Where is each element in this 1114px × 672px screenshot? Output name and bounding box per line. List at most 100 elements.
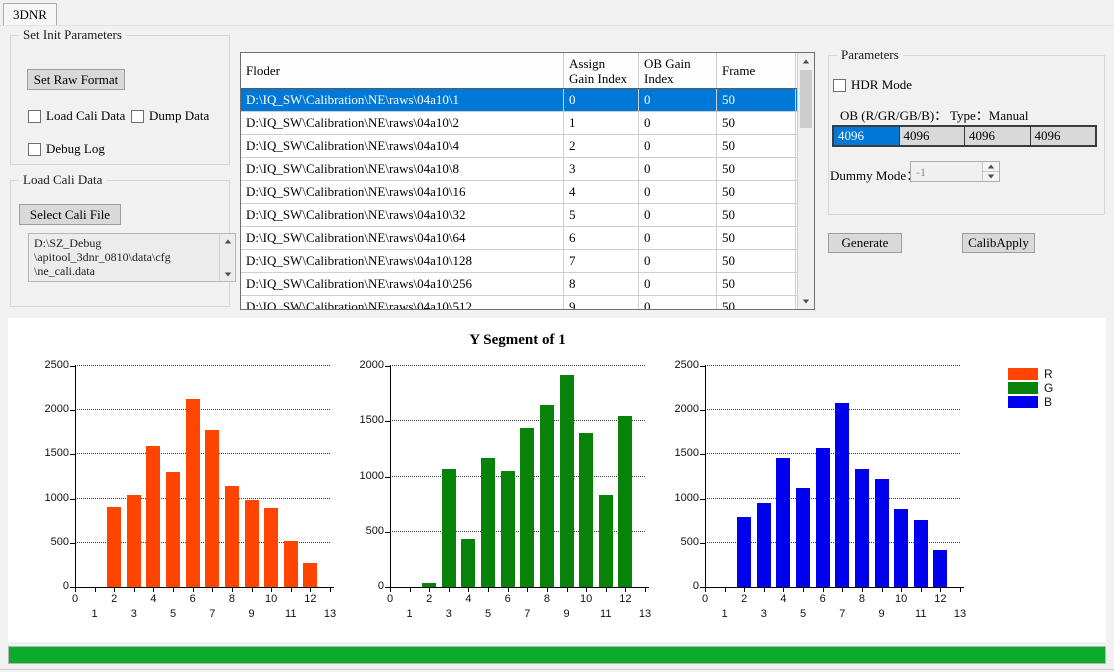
checkbox-label: Dump Data [149, 108, 209, 124]
table-row[interactable]: D:\IQ_SW\Calibration\NE\raws\04a10\42050 [241, 135, 814, 158]
checkbox-hdr-mode[interactable]: HDR Mode [833, 78, 912, 92]
checkbox-label: Load Cali Data [46, 108, 125, 124]
checkbox-debug-log[interactable]: Debug Log [28, 142, 105, 156]
ob-value-cell[interactable]: 4096 [965, 127, 1031, 145]
checkbox-box-icon[interactable] [28, 110, 41, 123]
gridline [705, 498, 960, 499]
x-tick-label: 6 [811, 593, 835, 605]
legend-label: R [1044, 367, 1053, 381]
table-row[interactable]: D:\IQ_SW\Calibration\NE\raws\04a10\16405… [241, 181, 814, 204]
scroll-up-button[interactable] [220, 234, 235, 248]
table-cell: 50 [717, 204, 796, 226]
table-cell: D:\IQ_SW\Calibration\NE\raws\04a10\1 [241, 89, 564, 111]
up-arrow-icon [224, 239, 230, 243]
calib-apply-button[interactable]: CalibApply [962, 233, 1035, 253]
table-header-label: Floder [246, 63, 280, 78]
table-cell: 0 [639, 296, 717, 310]
ob-value-cell[interactable]: 4096 [834, 127, 900, 145]
scroll-up-button[interactable] [798, 53, 814, 69]
up-arrow-icon [988, 165, 994, 169]
spinner-down-button[interactable] [983, 172, 999, 181]
legend-item: R [1008, 368, 1053, 380]
table-cell: 5 [564, 204, 639, 226]
ob-type-label: Type：Manual [950, 105, 1029, 124]
checkbox-box-icon[interactable] [833, 79, 846, 92]
x-tick [764, 588, 765, 592]
listbox-scrollbar[interactable] [219, 234, 235, 281]
table-header-cell[interactable]: OB Gain Index [639, 53, 717, 88]
down-arrow-icon [224, 272, 230, 276]
table-row[interactable]: D:\IQ_SW\Calibration\NE\raws\04a10\64605… [241, 227, 814, 250]
table-cell: 0 [639, 227, 717, 249]
checkbox-load-cali-data[interactable]: Load Cali Data [28, 109, 125, 123]
x-tick-label: 0 [693, 593, 717, 605]
checkbox-label: Debug Log [46, 141, 105, 157]
table-cell: 0 [639, 112, 717, 134]
b-bar [776, 458, 790, 587]
table-cell: D:\IQ_SW\Calibration\NE\raws\04a10\2 [241, 112, 564, 134]
table-cell: 9 [564, 296, 639, 310]
scroll-down-button[interactable] [798, 293, 814, 309]
x-tick [862, 588, 863, 592]
table-cell: 50 [717, 227, 796, 249]
progress-fill [9, 647, 1105, 663]
checkbox-dump-data[interactable]: Dump Data [131, 109, 209, 123]
checkbox-box-icon[interactable] [131, 110, 144, 123]
table-row[interactable]: D:\IQ_SW\Calibration\NE\raws\04a10\51290… [241, 296, 814, 310]
table-header-cell[interactable]: Assign Gain Index [564, 53, 639, 88]
table-cell: 0 [639, 273, 717, 295]
table-row[interactable]: D:\IQ_SW\Calibration\NE\raws\04a10\21050 [241, 112, 814, 135]
legend-swatch-b [1008, 396, 1038, 408]
folder-table: Floder Assign Gain IndexOB Gain Index Fram… [240, 52, 815, 310]
table-header-label: Frame [722, 63, 755, 78]
group-title: Load Cali Data [19, 172, 106, 188]
window-bottom-edge [0, 669, 1114, 670]
x-tick-label: 4 [771, 593, 795, 605]
x-tick-label: 11 [909, 608, 933, 620]
scroll-down-button[interactable] [220, 267, 235, 281]
table-row[interactable]: D:\IQ_SW\Calibration\NE\raws\04a10\10050 [241, 89, 814, 112]
cali-file-path-listbox[interactable]: D:\SZ_Debug \apitool_3dnr_0810\data\cfg … [28, 233, 236, 282]
b-bar [894, 509, 908, 587]
x-tick-label: 7 [830, 608, 854, 620]
table-row[interactable]: D:\IQ_SW\Calibration\NE\raws\04a10\83050 [241, 158, 814, 181]
table-cell: D:\IQ_SW\Calibration\NE\raws\04a10\128 [241, 250, 564, 272]
scrollbar-thumb[interactable] [800, 70, 812, 128]
generate-button[interactable]: Generate [828, 233, 902, 253]
tab-3dnr[interactable]: 3DNR [3, 3, 57, 25]
x-tick-label: 8 [850, 593, 874, 605]
x-tick [882, 588, 883, 592]
ob-value-cell[interactable]: 4096 [1031, 127, 1096, 145]
table-header-cell[interactable]: Frame [717, 53, 796, 88]
table-cell: 4 [564, 181, 639, 203]
table-scrollbar[interactable] [797, 53, 814, 309]
table-cell: D:\IQ_SW\Calibration\NE\raws\04a10\4 [241, 135, 564, 157]
spinner-buttons[interactable] [982, 162, 999, 181]
gridline [705, 365, 960, 366]
b-bar [757, 503, 771, 587]
spinner-up-button[interactable] [983, 162, 999, 172]
table-row[interactable]: D:\IQ_SW\Calibration\NE\raws\04a10\12870… [241, 250, 814, 273]
table-cell: D:\IQ_SW\Calibration\NE\raws\04a10\256 [241, 273, 564, 295]
table-cell: D:\IQ_SW\Calibration\NE\raws\04a10\8 [241, 158, 564, 180]
table-header-cell[interactable]: Floder [241, 53, 564, 88]
file-path-line: \ne_cali.data [34, 264, 217, 278]
dummy-mode-label: Dummy Mode： [830, 165, 919, 184]
select-cali-file-button[interactable]: Select Cali File [19, 204, 121, 225]
group-title: Set Init Parameters [19, 27, 126, 43]
table-cell: 1 [564, 112, 639, 134]
x-tick-label: 13 [948, 608, 972, 620]
set-raw-format-button[interactable]: Set Raw Format [27, 69, 125, 90]
table-cell: 50 [717, 250, 796, 272]
checkbox-box-icon[interactable] [28, 143, 41, 156]
table-cell: 8 [564, 273, 639, 295]
ob-value-cell[interactable]: 4096 [900, 127, 966, 145]
legend-label: G [1044, 381, 1053, 395]
table-row[interactable]: D:\IQ_SW\Calibration\NE\raws\04a10\25680… [241, 273, 814, 296]
table-row[interactable]: D:\IQ_SW\Calibration\NE\raws\04a10\32505… [241, 204, 814, 227]
dummy-mode-spinner[interactable]: -1 [910, 161, 1000, 182]
chart-legend: RGB [1008, 368, 1053, 410]
file-path-line: \apitool_3dnr_0810\data\cfg [34, 250, 217, 264]
group-set-init-parameters: Set Init Parameters Set Raw Format Load … [10, 35, 230, 165]
b-bar [855, 469, 869, 587]
